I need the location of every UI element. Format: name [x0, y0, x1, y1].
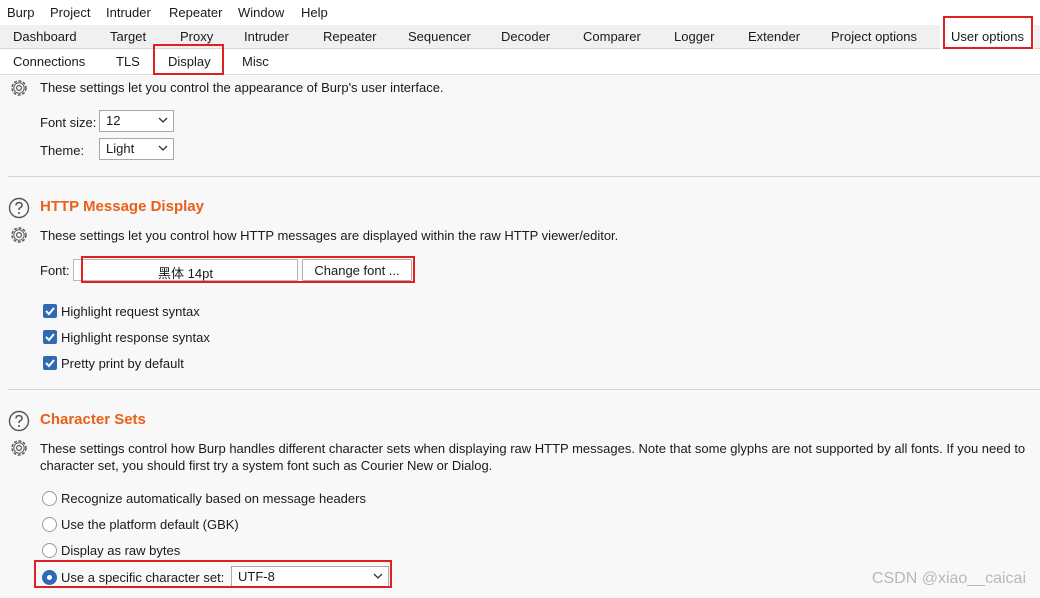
section-divider [8, 176, 1040, 177]
highlight-font-row [81, 256, 415, 283]
tab-project-options[interactable]: Project options [831, 29, 917, 44]
gear-icon [11, 80, 27, 96]
font-size-label: Font size: [40, 115, 97, 130]
highlight-response-checkbox[interactable] [43, 330, 57, 344]
charset-platform-label: Use the platform default (GBK) [61, 517, 239, 532]
tab-repeater[interactable]: Repeater [323, 29, 376, 44]
menu-help[interactable]: Help [301, 5, 328, 20]
help-icon[interactable] [8, 197, 30, 219]
theme-label: Theme: [40, 143, 85, 158]
theme-select[interactable]: Light [99, 138, 174, 160]
tab-dashboard[interactable]: Dashboard [13, 29, 77, 44]
tab-logger[interactable]: Logger [674, 29, 714, 44]
charset-raw-label: Display as raw bytes [61, 543, 181, 558]
charset-description-line1: These settings control how Burp handles … [40, 441, 1026, 456]
menu-burp[interactable]: Burp [7, 5, 34, 20]
tab-sequencer[interactable]: Sequencer [408, 29, 471, 44]
chevron-down-icon [158, 145, 168, 151]
pretty-print-checkbox[interactable] [43, 356, 57, 370]
charset-auto-radio[interactable] [42, 491, 57, 506]
charset-description-line2: character set, you should first try a sy… [40, 458, 493, 473]
http-section-title: HTTP Message Display [40, 198, 204, 215]
charset-auto-label: Recognize automatically based on message… [61, 491, 366, 506]
menu-window[interactable]: Window [238, 5, 284, 20]
ui-section-description: These settings let you control the appea… [40, 80, 444, 95]
gear-icon [11, 440, 27, 456]
highlight-display-tab [153, 44, 224, 75]
pretty-print-label: Pretty print by default [61, 356, 184, 371]
tab-comparer[interactable]: Comparer [583, 29, 641, 44]
subtab-misc[interactable]: Misc [242, 54, 269, 69]
highlight-response-label: Highlight response syntax [61, 330, 210, 345]
tab-extender[interactable]: Extender [748, 29, 800, 44]
theme-value: Light [106, 141, 135, 156]
tab-target[interactable]: Target [110, 29, 146, 44]
http-section-description: These settings let you control how HTTP … [40, 228, 619, 243]
font-label: Font: [40, 263, 70, 278]
subtab-connections[interactable]: Connections [13, 54, 85, 69]
tab-intruder[interactable]: Intruder [244, 29, 289, 44]
checkmark-icon [45, 333, 55, 342]
section-divider [8, 389, 1040, 390]
font-size-select[interactable]: 12 [99, 110, 174, 132]
chevron-down-icon [158, 117, 168, 123]
charset-raw-radio[interactable] [42, 543, 57, 558]
menu-intruder[interactable]: Intruder [106, 5, 151, 20]
watermark-text: CSDN @xiao__caicai [871, 570, 1026, 587]
menu-bar: Burp Project Intruder Repeater Window He… [0, 0, 1040, 25]
subtab-tls[interactable]: TLS [116, 54, 140, 69]
tab-proxy[interactable]: Proxy [180, 29, 213, 44]
charset-platform-radio[interactable] [42, 517, 57, 532]
checkmark-icon [45, 359, 55, 368]
highlight-user-options [943, 16, 1033, 49]
tab-decoder[interactable]: Decoder [501, 29, 550, 44]
font-size-value: 12 [106, 113, 121, 128]
menu-project[interactable]: Project [50, 5, 90, 20]
charset-section-title: Character Sets [40, 411, 146, 428]
checkmark-icon [45, 307, 55, 316]
menu-repeater[interactable]: Repeater [169, 5, 222, 20]
highlight-charset-row [34, 560, 392, 588]
highlight-request-checkbox[interactable] [43, 304, 57, 318]
highlight-request-label: Highlight request syntax [61, 304, 200, 319]
gear-icon [11, 227, 27, 243]
display-settings-panel: These settings let you control the appea… [0, 76, 1040, 598]
help-icon[interactable] [8, 410, 30, 432]
